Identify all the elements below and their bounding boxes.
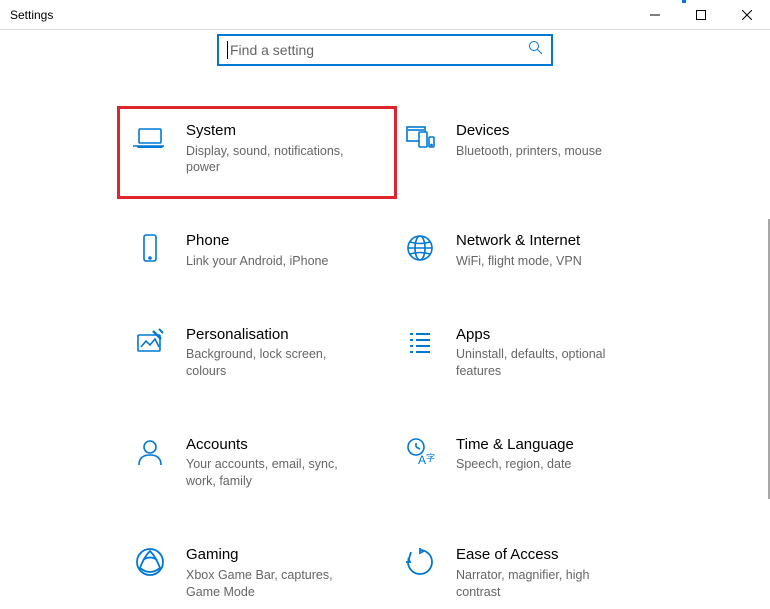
category-description: Link your Android, iPhone <box>186 253 356 270</box>
category-title: Accounts <box>186 435 382 455</box>
minimize-icon <box>650 10 660 20</box>
category-network[interactable]: Network & Internet WiFi, flight mode, VPN <box>402 231 652 269</box>
category-devices[interactable]: Devices Bluetooth, printers, mouse <box>402 121 652 176</box>
window-controls <box>632 0 770 29</box>
text-cursor <box>227 41 228 59</box>
gaming-icon <box>132 545 168 581</box>
category-description: Xbox Game Bar, captures, Game Mode <box>186 567 356 601</box>
category-text: AppsUninstall, defaults, optional featur… <box>456 325 652 380</box>
search-icon <box>528 40 543 60</box>
category-phone[interactable]: Phone Link your Android, iPhone <box>132 231 382 269</box>
category-text: AccountsYour accounts, email, sync, work… <box>186 435 382 490</box>
category-description: Uninstall, defaults, optional features <box>456 346 626 380</box>
category-description: Narrator, magnifier, high contrast <box>456 567 626 601</box>
search-placeholder: Find a setting <box>230 42 528 58</box>
accounts-icon <box>132 435 168 471</box>
time-language-icon: A字 <box>402 435 438 471</box>
personalisation-icon <box>132 325 168 361</box>
category-text: Phone Link your Android, iPhone <box>186 231 382 269</box>
category-description: Bluetooth, printers, mouse <box>456 143 626 160</box>
category-description: Background, lock screen, colours <box>186 346 356 380</box>
minimize-button[interactable] <box>632 0 678 29</box>
category-title: Personalisation <box>186 325 382 345</box>
category-time[interactable]: A字 Time & LanguageSpeech, region, date <box>402 435 652 490</box>
search-input[interactable]: Find a setting <box>217 34 553 66</box>
svg-text:字: 字 <box>426 452 435 463</box>
categories-grid: SystemDisplay, sound, notifications, pow… <box>0 66 770 600</box>
category-text: GamingXbox Game Bar, captures, Game Mode <box>186 545 382 600</box>
window-title: Settings <box>0 8 53 22</box>
category-title: Network & Internet <box>456 231 652 251</box>
category-description: Display, sound, notifications, power <box>186 143 356 177</box>
search-container: Find a setting <box>0 30 770 66</box>
category-title: Ease of Access <box>456 545 652 565</box>
category-title: Time & Language <box>456 435 652 455</box>
category-ease[interactable]: Ease of AccessNarrator, magnifier, high … <box>402 545 652 600</box>
category-gaming[interactable]: GamingXbox Game Bar, captures, Game Mode <box>132 545 382 600</box>
category-personalisation[interactable]: PersonalisationBackground, lock screen, … <box>132 325 382 380</box>
category-system[interactable]: SystemDisplay, sound, notifications, pow… <box>117 106 397 199</box>
category-text: PersonalisationBackground, lock screen, … <box>186 325 382 380</box>
category-text: SystemDisplay, sound, notifications, pow… <box>186 121 382 176</box>
maximize-button[interactable] <box>678 0 724 29</box>
category-title: Apps <box>456 325 652 345</box>
category-title: Devices <box>456 121 652 141</box>
devices-icon <box>402 121 438 157</box>
category-title: Phone <box>186 231 382 251</box>
category-title: System <box>186 121 382 141</box>
globe-icon <box>402 231 438 267</box>
close-button[interactable] <box>724 0 770 29</box>
category-apps[interactable]: AppsUninstall, defaults, optional featur… <box>402 325 652 380</box>
category-text: Network & Internet WiFi, flight mode, VPN <box>456 231 652 269</box>
titlebar: Settings <box>0 0 770 30</box>
accent-strip <box>682 0 686 3</box>
category-text: Devices Bluetooth, printers, mouse <box>456 121 652 176</box>
category-description: Your accounts, email, sync, work, family <box>186 456 356 490</box>
svg-text:A: A <box>418 453 426 467</box>
apps-icon <box>402 325 438 361</box>
category-title: Gaming <box>186 545 382 565</box>
phone-icon <box>132 231 168 267</box>
category-description: Speech, region, date <box>456 456 626 473</box>
category-description: WiFi, flight mode, VPN <box>456 253 626 270</box>
close-icon <box>742 10 752 20</box>
category-text: Ease of AccessNarrator, magnifier, high … <box>456 545 652 600</box>
ease-of-access-icon <box>402 545 438 581</box>
laptop-icon <box>132 121 168 157</box>
category-accounts[interactable]: AccountsYour accounts, email, sync, work… <box>132 435 382 490</box>
maximize-icon <box>696 10 706 20</box>
category-text: Time & LanguageSpeech, region, date <box>456 435 652 490</box>
